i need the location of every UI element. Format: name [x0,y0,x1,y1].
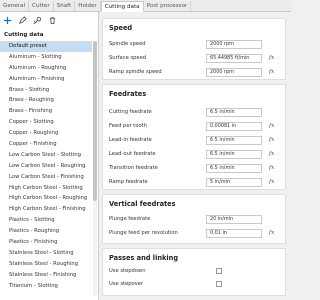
lead-out-feedrate-input[interactable]: 6.5 in/min [206,150,262,159]
spindle-speed-input[interactable]: 2000 rpm [206,40,262,49]
delete-icon[interactable] [48,16,57,25]
preset-item[interactable]: Stainless Steel - Finishing [0,270,92,281]
fx-icon[interactable]: fx [269,164,274,173]
preset-item[interactable]: Plastics - Roughing [0,226,92,237]
use-stepdown-row: Use stepdown [109,267,281,276]
preset-item[interactable]: Copper - Finishing [0,139,92,150]
tab-cutter[interactable]: Cutter [29,1,54,11]
tab-shaft[interactable]: Shaft [54,1,76,11]
cutting-feedrate-input[interactable]: 6.5 in/min [206,108,262,117]
preset-item[interactable]: Brass - Roughing [0,95,92,106]
preset-item[interactable]: Low Carbon Steel - Roughing [0,161,92,172]
fx-icon[interactable]: fx [269,122,274,131]
ramp-feedrate-input[interactable]: 5 in/min [206,178,262,187]
ramp-feedrate-label: Ramp feedrate [109,179,148,185]
preset-item[interactable]: Aluminum - Finishing [0,74,92,85]
transition-feedrate-row: Transition feedrate 6.5 in/min fx [109,164,281,173]
preset-item[interactable]: Brass - Slotting [0,85,92,96]
passes-linking-section: Passes and linking Use stepdown Use step… [102,248,286,296]
fx-icon[interactable]: fx [269,178,274,187]
edit-icon[interactable] [18,16,27,25]
preset-item[interactable]: High Carbon Steel - Roughing [0,193,92,204]
ramp-spindle-speed-label: Ramp spindle speed [109,69,162,75]
use-stepdown-label: Use stepdown [109,268,146,274]
preset-item[interactable]: Low Carbon Steel - Slotting [0,150,92,161]
feedrates-title: Feedrates [109,90,147,98]
spindle-speed-row: Spindle speed 2000 rpm [109,40,281,49]
tab-bar: General Cutter Shaft Holder Cutting data… [0,0,291,12]
lead-out-feedrate-label: Lead-out feedrate [109,151,156,157]
lead-in-feedrate-label: Lead-in feedrate [109,137,152,143]
preset-item[interactable]: Low Carbon Steel - Finishing [0,172,92,183]
preset-item[interactable]: Stainless Steel - Slotting [0,248,92,259]
preset-item[interactable]: Aluminum - Slotting [0,52,92,63]
preset-item[interactable]: Plastics - Slotting [0,215,92,226]
spindle-speed-label: Spindle speed [109,41,146,47]
preset-list: Default preset Aluminum - Slotting Alumi… [0,41,98,299]
feed-per-tooth-label: Feed per tooth [109,123,147,129]
transition-feedrate-label: Transition feedrate [109,165,158,171]
surface-speed-input[interactable]: 65.44985 ft/min [206,54,262,63]
fx-icon[interactable]: fx [269,229,274,238]
lead-in-feedrate-row: Lead-in feedrate 6.5 in/min fx [109,136,281,145]
preset-toolbar [0,12,98,29]
feed-per-tooth-row: Feed per tooth 0.00081 in fx [109,122,281,131]
plunge-feed-per-rev-row: Plunge feed per revolution 0.01 in fx [109,229,281,238]
feedrates-section: Feedrates Cutting feedrate 6.5 in/min Fe… [102,84,286,190]
fx-icon[interactable]: fx [269,68,274,77]
tab-holder[interactable]: Holder [75,1,101,11]
plunge-feed-per-rev-input[interactable]: 0.01 in [206,229,262,238]
vertical-feedrates-title: Vertical feedrates [109,200,176,208]
cutting-data-header: Cutting data [4,32,44,38]
ramp-feedrate-row: Ramp feedrate 5 in/min fx [109,178,281,187]
use-stepover-row: Use stepover [109,280,281,289]
lead-in-feedrate-input[interactable]: 6.5 in/min [206,136,262,145]
preset-item[interactable]: Plastics - Finishing [0,237,92,248]
preset-item[interactable]: Brass - Finishing [0,106,92,117]
ramp-spindle-speed-input[interactable]: 2000 rpm [206,68,262,77]
preset-item[interactable]: Titanium - Slotting [0,281,92,292]
speed-section: Speed Spindle speed 2000 rpm Surface spe… [102,18,286,80]
preset-item[interactable]: Copper - Slotting [0,117,92,128]
ramp-spindle-speed-row: Ramp spindle speed 2000 rpm fx [109,68,281,77]
cutting-feedrate-label: Cutting feedrate [109,109,152,115]
preset-item[interactable]: Default preset [0,41,92,52]
duplicate-icon[interactable] [33,16,42,25]
fx-icon[interactable]: fx [269,136,274,145]
add-icon[interactable] [3,16,12,25]
tab-general[interactable]: General [0,1,30,11]
plunge-feed-per-rev-label: Plunge feed per revolution [109,230,178,236]
cutting-feedrate-row: Cutting feedrate 6.5 in/min [109,108,281,117]
use-stepover-label: Use stepover [109,281,144,287]
preset-item[interactable]: High Carbon Steel - Finishing [0,204,92,215]
plunge-feedrate-row: Plunge feedrate 20 in/min [109,215,281,224]
feed-per-tooth-input[interactable]: 0.00081 in [206,122,262,131]
fx-icon[interactable]: fx [269,150,274,159]
cutting-data-form: Speed Spindle speed 2000 rpm Surface spe… [99,12,291,300]
transition-feedrate-input[interactable]: 6.5 in/min [206,164,262,173]
vertical-feedrates-section: Vertical feedrates Plunge feedrate 20 in… [102,194,286,244]
lead-out-feedrate-row: Lead-out feedrate 6.5 in/min fx [109,150,281,159]
preset-item[interactable]: Aluminum - Roughing [0,63,92,74]
preset-panel: Cutting data Default preset Aluminum - S… [0,12,99,300]
preset-item[interactable]: Stainless Steel - Roughing [0,259,92,270]
surface-speed-label: Surface speed [109,55,147,61]
fx-icon[interactable]: fx [269,54,274,63]
tab-post-processor[interactable]: Post processor [144,1,192,11]
tab-cutting-data[interactable]: Cutting data [100,1,144,12]
passes-linking-title: Passes and linking [109,254,179,262]
use-stepover-checkbox[interactable] [216,281,222,287]
use-stepdown-checkbox[interactable] [216,268,222,274]
preset-item[interactable]: High Carbon Steel - Slotting [0,183,92,194]
plunge-feedrate-input[interactable]: 20 in/min [206,215,262,224]
plunge-feedrate-label: Plunge feedrate [109,216,151,222]
preset-list-scrollbar[interactable] [93,41,97,296]
scroll-thumb[interactable] [93,41,97,201]
speed-title: Speed [109,24,133,32]
surface-speed-row: Surface speed 65.44985 ft/min fx [109,54,281,63]
preset-item[interactable]: Copper - Roughing [0,128,92,139]
